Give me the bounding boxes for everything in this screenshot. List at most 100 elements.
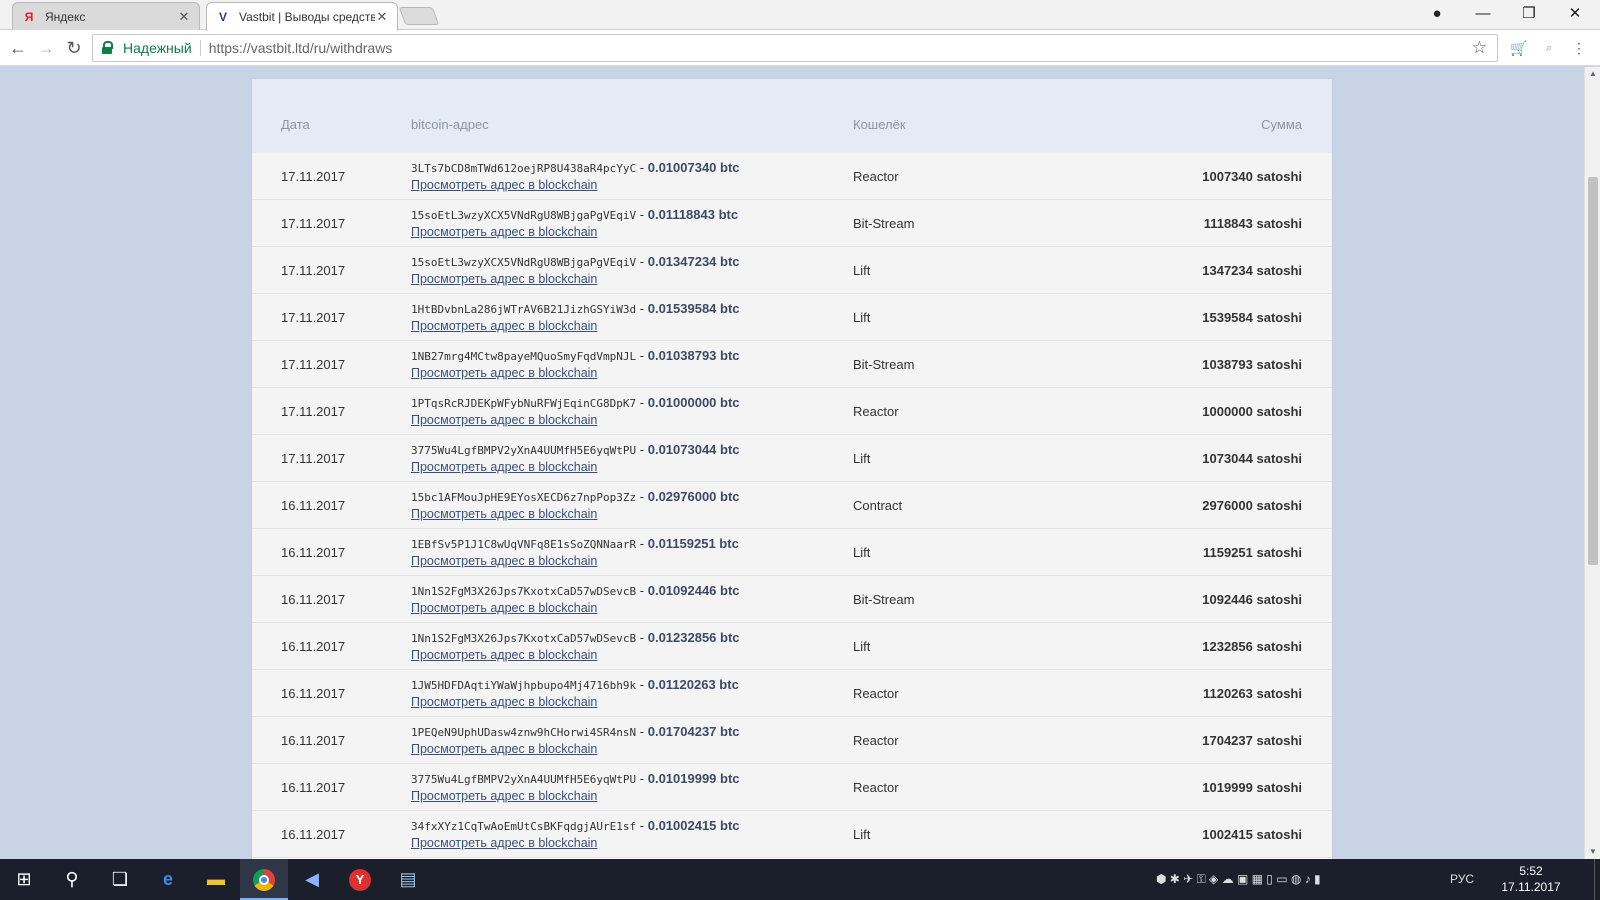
separator: - — [636, 630, 648, 645]
reload-icon[interactable]: ↻ — [62, 36, 86, 60]
row-wallet: Contract — [853, 498, 903, 513]
tab-title: Vastbit | Выводы средств — [239, 10, 375, 24]
bitcoin-address: 1JW5HDFDAqtiYWaWjhpbupo4Mj4716bh9k — [411, 679, 637, 692]
row-wallet: Lift — [853, 639, 871, 654]
cart-extension-icon[interactable]: 🛒 — [1508, 37, 1530, 59]
row-date: 16.11.2017 — [281, 545, 346, 560]
search-extension-icon[interactable]: ⌕ — [1538, 37, 1560, 59]
row-date: 16.11.2017 — [281, 639, 346, 654]
blockchain-link[interactable]: Просмотреть адрес в blockchain — [411, 225, 597, 239]
separator: - — [636, 348, 648, 363]
row-address: 1NB27mrg4MCtw8payeMQuoSmyFqdVmpNJL - 0.0… — [411, 348, 740, 363]
back-icon[interactable]: ← — [6, 36, 30, 60]
row-amount: 1007340 satoshi — [1202, 169, 1302, 184]
address-bar[interactable]: Надежный https://vastbit.ltd/ru/withdraw… — [92, 34, 1498, 62]
row-date: 16.11.2017 — [281, 733, 346, 748]
system-clock[interactable]: 5:52 17.11.2017 — [1496, 863, 1566, 895]
tab-vastbit[interactable]: V Vastbit | Выводы средств ✕ — [206, 2, 398, 31]
profile-icon[interactable]: ● — [1414, 0, 1460, 30]
row-amount: 1092446 satoshi — [1202, 592, 1302, 607]
tab-yandex[interactable]: Я Яндекс ✕ — [12, 2, 200, 30]
separator: - — [636, 301, 648, 316]
close-tab-icon[interactable]: ✕ — [375, 9, 389, 25]
show-desktop-button[interactable] — [1594, 859, 1600, 900]
blockchain-link[interactable]: Просмотреть адрес в blockchain — [411, 366, 597, 380]
row-address: 1HtBDvbnLa286jWTrAV6B21JizhGSYiW3d - 0.0… — [411, 301, 740, 316]
blockchain-link[interactable]: Просмотреть адрес в blockchain — [411, 742, 597, 756]
row-wallet: Bit-Stream — [853, 592, 915, 607]
page-viewport: Дата bitcoin-адрес Кошелёк Сумма 17.11.2… — [0, 67, 1584, 859]
minimize-button[interactable]: — — [1460, 0, 1506, 30]
row-wallet: Reactor — [853, 780, 899, 795]
search-icon[interactable]: ⚲ — [48, 859, 96, 900]
yandex-favicon-icon: Я — [24, 9, 34, 24]
row-wallet: Lift — [853, 545, 871, 560]
separator: - — [636, 489, 648, 504]
bitcoin-address: 1HtBDvbnLa286jWTrAV6B21JizhGSYiW3d — [411, 303, 637, 316]
blockchain-link[interactable]: Просмотреть адрес в blockchain — [411, 648, 597, 662]
table-row: 17.11.2017 1PTqsRcRJDEKpWFybNuRFWjEqinCG8… — [252, 388, 1332, 435]
row-address: 1Nn1S2FgM3X26Jps7KxotxCaD57wDSevcB - 0.0… — [411, 583, 740, 598]
close-tab-icon[interactable]: ✕ — [177, 9, 191, 25]
withdraws-table: Дата bitcoin-адрес Кошелёк Сумма 17.11.2… — [252, 79, 1332, 859]
vastbit-favicon-icon: V — [218, 10, 227, 24]
forward-icon[interactable]: → — [34, 36, 58, 60]
edge-icon[interactable]: e — [144, 859, 192, 900]
media-player-icon[interactable]: ◀ — [288, 859, 336, 900]
row-wallet: Reactor — [853, 686, 899, 701]
blockchain-link[interactable]: Просмотреть адрес в blockchain — [411, 272, 597, 286]
row-amount: 1002415 satoshi — [1202, 827, 1302, 842]
blockchain-link[interactable]: Просмотреть адрес в blockchain — [411, 695, 597, 709]
separator: - — [636, 677, 648, 692]
blockchain-link[interactable]: Просмотреть адрес в blockchain — [411, 601, 597, 615]
row-wallet: Bit-Stream — [853, 216, 915, 231]
separator: - — [636, 536, 648, 551]
blockchain-link[interactable]: Просмотреть адрес в blockchain — [411, 319, 597, 333]
task-view-icon[interactable]: ❏ — [96, 859, 144, 900]
scrollbar-thumb[interactable] — [1588, 177, 1598, 565]
row-date: 16.11.2017 — [281, 592, 346, 607]
bitcoin-address: 1NB27mrg4MCtw8payeMQuoSmyFqdVmpNJL — [411, 350, 637, 363]
blockchain-link[interactable]: Просмотреть адрес в blockchain — [411, 507, 597, 521]
chrome-icon[interactable] — [240, 859, 288, 900]
row-amount: 1704237 satoshi — [1202, 733, 1302, 748]
table-header: Дата bitcoin-адрес Кошелёк Сумма — [252, 79, 1332, 153]
row-amount: 1159251 satoshi — [1202, 545, 1302, 560]
blockchain-link[interactable]: Просмотреть адрес в blockchain — [411, 789, 597, 803]
scroll-up-icon[interactable]: ▲ — [1585, 67, 1600, 81]
restore-button[interactable]: ❐ — [1506, 0, 1552, 30]
tray-icons[interactable]: ⬢ ✱ ✈ ⚿ ◈ ☁ ▣ ▦ ▯ ▭ ◍ ♪ ▮ — [1156, 859, 1321, 900]
row-address: 1Nn1S2FgM3X26Jps7KxotxCaD57wDSevcB - 0.0… — [411, 630, 740, 645]
bookmark-star-icon[interactable]: ☆ — [1472, 38, 1487, 58]
url-text[interactable]: https://vastbit.ltd/ru/withdraws — [209, 40, 393, 56]
btc-amount: 0.01539584 btc — [647, 301, 740, 316]
scroll-down-icon[interactable]: ▼ — [1585, 845, 1600, 859]
start-icon[interactable]: ⊞ — [0, 859, 48, 900]
btc-amount: 0.01118843 btc — [647, 207, 739, 222]
row-date: 17.11.2017 — [281, 169, 346, 184]
document-app-icon[interactable]: ▤ — [384, 859, 432, 900]
blockchain-link[interactable]: Просмотреть адрес в blockchain — [411, 178, 597, 192]
bitcoin-address: 15bc1AFMouJpHE9EYosXECD6z7npPop3Zz — [411, 491, 637, 504]
file-explorer-icon[interactable]: ▬ — [192, 859, 240, 900]
vertical-scrollbar[interactable]: ▲ ▼ — [1584, 67, 1600, 859]
row-amount: 1232856 satoshi — [1202, 639, 1302, 654]
blockchain-link[interactable]: Просмотреть адрес в blockchain — [411, 460, 597, 474]
windows-taskbar: ⊞ ⚲ ❏ e ▬ ◀ Y ▤ ⬢ ✱ ✈ ⚿ ◈ ☁ ▣ ▦ ▯ ▭ ◍ ♪ … — [0, 859, 1600, 900]
new-tab-button[interactable] — [398, 7, 440, 25]
blockchain-link[interactable]: Просмотреть адрес в blockchain — [411, 836, 597, 850]
yandex-browser-icon[interactable]: Y — [336, 859, 384, 900]
bitcoin-address: 1Nn1S2FgM3X26Jps7KxotxCaD57wDSevcB — [411, 585, 637, 598]
close-window-button[interactable]: ✕ — [1552, 0, 1598, 30]
separator: - — [636, 583, 648, 598]
row-date: 17.11.2017 — [281, 216, 346, 231]
row-amount: 1347234 satoshi — [1202, 263, 1302, 278]
row-date: 17.11.2017 — [281, 263, 346, 278]
blockchain-link[interactable]: Просмотреть адрес в blockchain — [411, 554, 597, 568]
blockchain-link[interactable]: Просмотреть адрес в blockchain — [411, 413, 597, 427]
row-date: 16.11.2017 — [281, 827, 346, 842]
menu-icon[interactable]: ⋮ — [1568, 37, 1590, 59]
row-amount: 1000000 satoshi — [1202, 404, 1302, 419]
input-language[interactable]: РУС — [1450, 859, 1474, 900]
table-row: 16.11.2017 1PEQeN9UphUDasw4znw9hCHorwi4SR… — [252, 717, 1332, 764]
